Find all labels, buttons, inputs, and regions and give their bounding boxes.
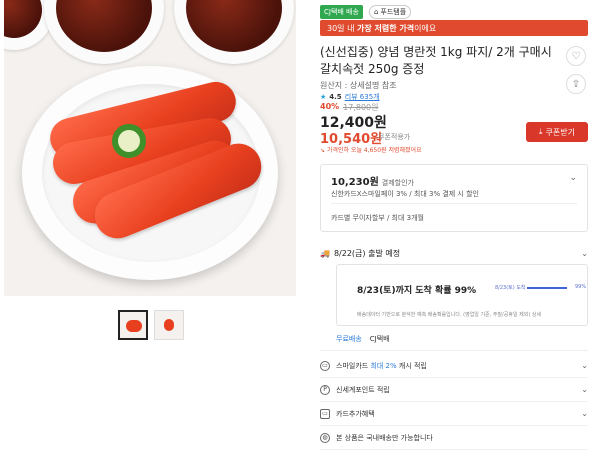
price-drop-note: ↘ 가격인하 오늘 4,650원 저렴해졌어요	[320, 145, 422, 154]
card-amount-label: 결제할인가	[381, 179, 414, 187]
point-icon: P	[320, 384, 330, 395]
card-discount-line: 신한카드X스마일페이 3% / 최대 3% 결제 시 할인	[331, 190, 479, 198]
arrival-note: 배송데이터 기반으로 분석한 예측 배송확률입니다. (영업일 기준, 주말/공…	[357, 312, 542, 318]
chevron-down-icon[interactable]: ⌄	[581, 249, 588, 258]
chevron-down-icon[interactable]: ⌄	[581, 361, 588, 370]
price-drop-text: 가격인하 오늘 4,650원 저렴해졌어요	[326, 147, 422, 154]
review-count-link[interactable]: 리뷰 635개	[345, 92, 380, 102]
green-pepper-slice	[112, 124, 146, 158]
shipping-eta: 8/22(금) 출발 예정	[333, 249, 401, 258]
arrival-probability-box: 8/23(토)까지 도착 확률 99% 8/23(토) 도착 99% 배송데이터…	[336, 264, 588, 326]
card2-icon: ▭	[320, 408, 330, 419]
benefit-row-domestic: ◍ 본 상품은 국내배송만 가능합니다	[320, 426, 588, 450]
star-icon: ★	[320, 93, 327, 101]
probability-bar	[527, 287, 567, 289]
chevron-down-icon[interactable]: ⌄	[581, 385, 588, 394]
chevron-down-icon[interactable]: ⌄	[581, 409, 588, 418]
benefit-row-smilecard[interactable]: ▭ 스마일카드 최대 2% 캐시 적립 ⌄	[320, 354, 588, 378]
card-amount-value: 10,230원	[331, 177, 379, 188]
price-down-icon: ↘	[320, 147, 327, 154]
shop-badge-label: 푸드탬플	[380, 8, 407, 16]
card-icon: ▭	[320, 360, 330, 371]
lowest-price-banner: 30일 내 가장 저렴한 가격이에요	[320, 20, 588, 36]
get-coupon-button[interactable]: ⤓ 쿠폰받기	[526, 122, 588, 142]
side-dish-image	[44, 0, 164, 64]
share-button[interactable]: ⇪	[566, 74, 586, 94]
benefit-label: 본 상품은 국내배송만 가능합니다	[336, 433, 433, 442]
benefit-label: 신세계포인트 적립	[336, 385, 390, 394]
benefit-label: 스마일카드 최대 2% 캐시 적립	[336, 361, 427, 370]
rating-value: 4.5	[329, 93, 342, 101]
heart-icon: ♡	[571, 50, 581, 62]
shipping-row[interactable]: 🚚 8/22(금) 출발 예정 ⌄	[320, 248, 588, 259]
benefit-row-point[interactable]: P 신세계포인트 적립 ⌄	[320, 378, 588, 402]
chevron-down-icon[interactable]: ⌄	[569, 173, 577, 183]
free-shipping-tag: 무료배송	[336, 335, 362, 343]
share-icon: ⇪	[571, 78, 581, 90]
coupon-price-label: 쿠폰적용가	[378, 133, 411, 141]
probability-percent: 99%	[575, 284, 587, 290]
side-dish-image	[174, 0, 294, 64]
rating-row: ★ 4.5 리뷰 635개	[320, 92, 380, 102]
banner-post: 이에요	[414, 24, 437, 33]
origin-info: 원산지 : 상세설명 참조	[320, 81, 397, 90]
product-main-image[interactable]	[4, 0, 296, 296]
store-icon: ⌂	[373, 8, 379, 16]
shipping-tags: 무료배송 CJ택배	[336, 334, 390, 344]
arrival-probability-text: 8/23(토)까지 도착 확률 99%	[357, 286, 477, 296]
download-icon: ⤓	[539, 127, 543, 136]
courier-tag: CJ택배	[369, 335, 390, 343]
truck-icon: 🚚	[320, 249, 330, 258]
globe-icon: ◍	[320, 432, 330, 443]
divider	[331, 203, 577, 204]
thumbnail-2[interactable]	[154, 310, 184, 340]
benefit-label: 카드추가혜택	[336, 409, 375, 418]
benefit-row-card-extra[interactable]: ▭ 카드추가혜택 ⌄	[320, 402, 588, 426]
arrival-mini-label: 8/23(토) 도착	[495, 285, 526, 291]
benefit-list: ▭ 스마일카드 최대 2% 캐시 적립 ⌄ P 신세계포인트 적립 ⌄ ▭ 카드…	[320, 354, 588, 450]
installment-line: 카드별 무이자할부 / 최대 3개월	[331, 214, 424, 222]
delivery-badge: CJ택배 배송	[320, 5, 363, 19]
thumbnail-1[interactable]	[118, 310, 148, 340]
wishlist-button[interactable]: ♡	[566, 46, 586, 66]
badge-row: CJ택배 배송 ⌂ 푸드탬플	[320, 5, 412, 19]
product-title: (신선집중) 양념 명란젓 1kg 파지/ 2개 구매시 갈치속젓 250g 증…	[320, 45, 552, 76]
get-coupon-label: 쿠폰받기	[545, 127, 575, 137]
thumbnail-strip	[118, 310, 184, 340]
banner-bold: 가장 저렴한 가격	[357, 24, 415, 33]
card-discount-amount: 10,230원 결제할인가	[331, 173, 414, 188]
divider	[320, 350, 588, 351]
banner-pre: 30일 내	[327, 24, 355, 33]
shop-badge[interactable]: ⌂ 푸드탬플	[368, 5, 412, 19]
card-benefit-box[interactable]: 10,230원 결제할인가 ⌄ 신한카드X스마일페이 3% / 최대 3% 결제 …	[320, 164, 588, 232]
